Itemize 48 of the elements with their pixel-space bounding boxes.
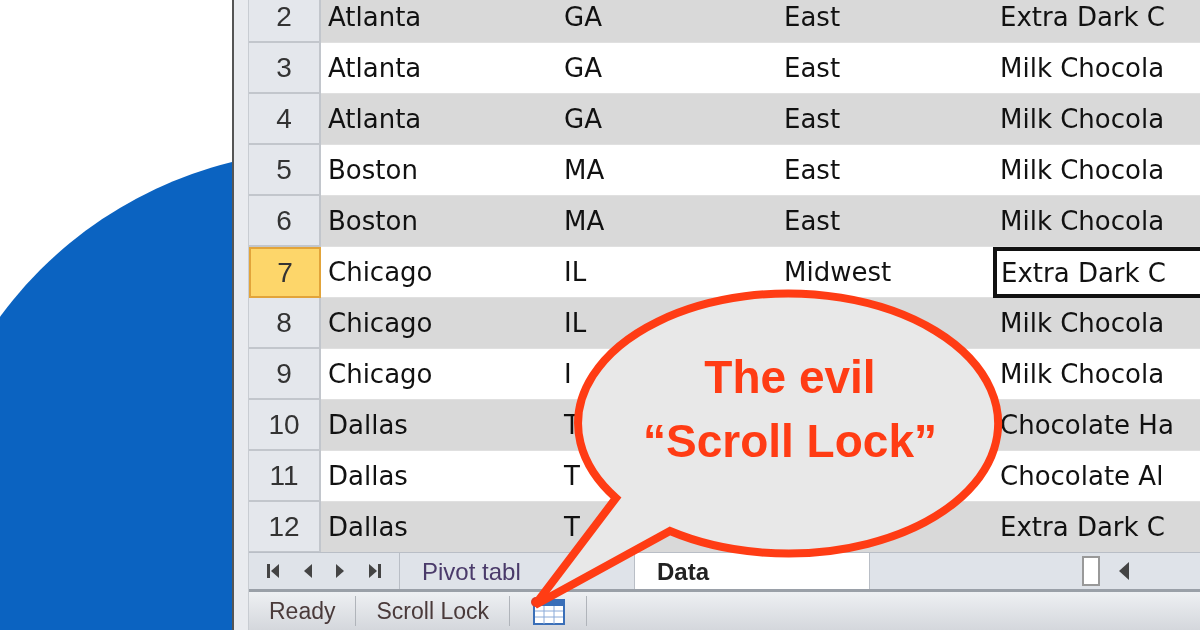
table-cell: Atlanta [321, 94, 557, 145]
table-cell: Milk Chocola [993, 94, 1200, 145]
table-cell: GA [557, 94, 777, 145]
table-cell: Dallas [321, 400, 557, 451]
row-header[interactable]: 12 [249, 502, 321, 552]
table-cell: MA [557, 145, 777, 196]
table-cell: East [777, 43, 993, 94]
last-sheet-icon[interactable] [367, 563, 381, 579]
row-header[interactable]: 2 [249, 0, 321, 43]
table-cell: Extra Dark C [993, 247, 1200, 298]
scroll-left-icon[interactable] [1118, 561, 1130, 581]
callout-text: The evil [704, 350, 876, 405]
row-header[interactable]: 9 [249, 349, 321, 400]
table-cell: East [777, 145, 993, 196]
table-cell: MA [557, 196, 777, 247]
table-cell: Boston [321, 196, 557, 247]
table-cell: Chicago [321, 349, 557, 400]
table-cell: Milk Chocola [993, 43, 1200, 94]
row-header[interactable]: 10 [249, 400, 321, 451]
table-cell: Dallas [321, 451, 557, 502]
row-header[interactable]: 5 [249, 145, 321, 196]
row-header[interactable]: 8 [249, 298, 321, 349]
table-cell: Atlanta [321, 0, 557, 43]
first-sheet-icon[interactable] [267, 563, 281, 579]
row-header[interactable]: 7 [249, 247, 321, 298]
table-cell: Boston [321, 145, 557, 196]
next-sheet-icon[interactable] [335, 563, 345, 579]
table-cell: East [777, 94, 993, 145]
status-text: Ready [269, 597, 336, 625]
table-cell: Chicago [321, 298, 557, 349]
table-cell: GA [557, 0, 777, 43]
row-header[interactable]: 3 [249, 43, 321, 94]
table-cell: Milk Chocola [993, 145, 1200, 196]
table-cell: East [777, 196, 993, 247]
table-cell: Chicago [321, 247, 557, 298]
table-cell: Milk Chocola [993, 196, 1200, 247]
table-cell: Atlanta [321, 43, 557, 94]
status-text: Scroll Lock [376, 597, 489, 625]
row-header[interactable]: 11 [249, 451, 321, 502]
table-cell: Milk Chocola [993, 298, 1200, 349]
table-cell: GA [557, 43, 777, 94]
scrollbar-thumb[interactable] [1082, 556, 1100, 586]
table-cell: Extra Dark C [993, 0, 1200, 43]
table-cell: East [777, 0, 993, 43]
row-header[interactable]: 6 [249, 196, 321, 247]
previous-sheet-icon[interactable] [303, 563, 313, 579]
sheet-tab[interactable]: Data [635, 553, 870, 589]
row-header[interactable]: 4 [249, 94, 321, 145]
